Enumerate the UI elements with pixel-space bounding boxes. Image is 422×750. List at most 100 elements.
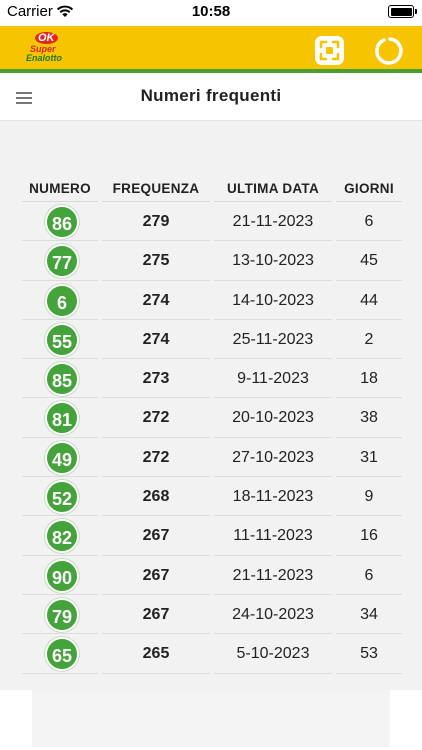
ultima-data-cell: 18-11-2023: [214, 477, 332, 517]
ultima-data-value: 27-10-2023: [232, 448, 314, 466]
ultima-data-cell: 13-10-2023: [214, 241, 332, 281]
table-row: 77 275 13-10-2023 45: [0, 241, 422, 281]
numero-cell: 52: [22, 477, 98, 517]
numero-cell: 55: [22, 320, 98, 360]
number-ball: 85: [45, 362, 79, 397]
refresh-icon: [375, 37, 403, 65]
giorni-cell: 31: [336, 438, 402, 478]
battery-icon: [388, 5, 417, 18]
ultima-data-cell: 21-11-2023: [214, 202, 332, 242]
frequenza-cell: 279: [102, 202, 210, 242]
column-frequenza: FREQUENZA: [112, 181, 200, 196]
table-row: 52 268 18-11-2023 9: [0, 477, 422, 517]
numero-cell: 85: [22, 359, 98, 399]
number-ball: 77: [45, 244, 79, 279]
giorni-value: 53: [360, 645, 378, 663]
giorni-cell: 2: [336, 320, 402, 360]
number-ball: 55: [45, 322, 79, 357]
giorni-cell: 34: [336, 595, 402, 635]
giorni-value: 6: [364, 213, 374, 230]
frequenza-value: 268: [142, 488, 170, 506]
giorni-value: 44: [360, 291, 378, 309]
table-row: 81 272 20-10-2023 38: [0, 398, 422, 438]
number-ball: 49: [45, 440, 79, 475]
ultima-data-value: 24-10-2023: [232, 605, 314, 623]
frequenza-cell: 273: [102, 359, 210, 399]
giorni-cell: 45: [336, 241, 402, 281]
frequenza-value: 267: [142, 527, 170, 545]
ad-banner[interactable]: [32, 690, 390, 747]
numero-cell: 6: [22, 281, 98, 320]
frequenza-value: 272: [142, 409, 170, 427]
ultima-data-value: 20-10-2023: [232, 409, 314, 427]
numero-cell: 49: [22, 438, 98, 478]
frequenza-cell: 275: [102, 241, 210, 281]
frequenza-value: 272: [142, 448, 170, 466]
numero-cell: 65: [22, 634, 98, 674]
giorni-value: 16: [360, 527, 378, 545]
frequenza-value: 274: [142, 330, 170, 348]
ultima-data-value: 11-11-2023: [233, 527, 313, 545]
frequenza-cell: 265: [102, 634, 210, 674]
frequenza-value: 279: [142, 213, 170, 230]
page-header: Numeri frequenti: [0, 77, 422, 121]
table-row: 86 279 21-11-2023 6: [0, 202, 422, 242]
ultima-data-value: 5-10-2023: [236, 645, 310, 663]
giorni-value: 31: [360, 448, 378, 466]
ultima-data-cell: 24-10-2023: [214, 595, 332, 635]
giorni-cell: 18: [336, 359, 402, 399]
ultima-data-cell: 11-11-2023: [214, 516, 332, 556]
number-ball: 52: [45, 480, 79, 515]
frequenza-value: 267: [142, 566, 170, 584]
logo-enalotto: Enalotto: [26, 53, 62, 63]
frequency-table: NUMERO FREQUENZA ULTIMA DATA GIORNI 86 27…: [0, 121, 422, 690]
ultima-data-value: 14-10-2023: [232, 291, 314, 309]
ultima-data-value: 25-11-2023: [232, 330, 314, 348]
table-row: 55 274 25-11-2023 2: [0, 320, 422, 360]
giorni-value: 18: [360, 370, 378, 388]
frequenza-cell: 267: [102, 595, 210, 635]
frequenza-value: 267: [142, 605, 170, 623]
giorni-cell: 6: [336, 202, 402, 242]
frequenza-cell: 268: [102, 477, 210, 517]
refresh-button[interactable]: [374, 35, 406, 67]
frequenza-value: 275: [142, 252, 170, 270]
frequenza-value: 274: [142, 291, 170, 309]
giorni-value: 34: [360, 605, 378, 623]
numero-cell: 81: [22, 398, 98, 438]
table-row: 65 265 5-10-2023 53: [0, 634, 422, 674]
column-ultima-data: ULTIMA DATA: [226, 181, 320, 196]
ultima-data-cell: 21-11-2023: [214, 556, 332, 595]
giorni-value: 38: [360, 409, 378, 427]
number-ball: 65: [45, 637, 79, 672]
numero-cell: 90: [22, 556, 98, 595]
status-time: 10:58: [191, 3, 231, 20]
superenalotto-logo: OK Super Enalotto: [26, 32, 68, 65]
frequenza-cell: 272: [102, 438, 210, 478]
frequenza-value: 273: [142, 370, 170, 388]
giorni-value: 45: [360, 252, 378, 270]
ultima-data-cell: 5-10-2023: [214, 634, 332, 674]
expand-button[interactable]: [315, 36, 344, 65]
table-header: NUMERO FREQUENZA ULTIMA DATA GIORNI: [0, 181, 422, 202]
giorni-cell: 16: [336, 516, 402, 556]
table-row: 79 267 24-10-2023 34: [0, 595, 422, 635]
ad-banner-area: [0, 690, 422, 750]
numero-cell: 86: [22, 202, 98, 242]
numero-cell: 82: [22, 516, 98, 556]
column-numero: NUMERO: [29, 181, 91, 196]
frequenza-cell: 267: [102, 556, 210, 595]
numero-cell: 77: [22, 241, 98, 281]
table-row: 85 273 9-11-2023 18: [0, 359, 422, 399]
logo-ok: OK: [35, 32, 58, 44]
frequenza-value: 265: [142, 645, 170, 663]
ultima-data-value: 21-11-2023: [232, 566, 314, 584]
frequenza-cell: 274: [102, 320, 210, 360]
giorni-cell: 53: [336, 634, 402, 674]
numero-cell: 79: [22, 595, 98, 635]
column-giorni: GIORNI: [344, 181, 394, 196]
ultima-data-cell: 27-10-2023: [214, 438, 332, 478]
ultima-data-value: 9-11-2023: [237, 370, 309, 388]
giorni-value: 2: [364, 330, 374, 348]
frequenza-cell: 274: [102, 281, 210, 320]
